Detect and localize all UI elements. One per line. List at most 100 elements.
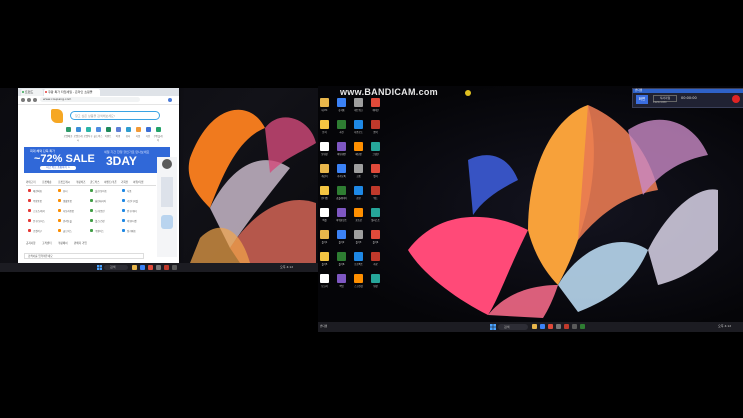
desktop-shortcut-icon[interactable] — [320, 230, 329, 239]
app-icon[interactable] — [572, 324, 577, 329]
category-item[interactable]: 스포츠/레저 — [33, 209, 45, 213]
desktop-shortcut-icon[interactable] — [320, 98, 329, 107]
menu-item[interactable]: 기획전 — [121, 180, 128, 184]
app-icon[interactable] — [172, 265, 177, 270]
windows-start-icon[interactable] — [490, 324, 496, 330]
menu-item[interactable]: 이벤트/쿠폰 — [104, 180, 117, 184]
desktop-shortcut-icon[interactable] — [320, 142, 329, 151]
file-explorer-icon[interactable] — [532, 324, 537, 329]
desktop-shortcut-icon[interactable] — [337, 252, 346, 261]
quick-icon[interactable] — [96, 127, 101, 132]
category-item[interactable]: 반려동물 — [63, 219, 72, 223]
back-icon[interactable] — [21, 98, 25, 102]
search-input[interactable]: 찾고 싶은 상품을 검색해보세요! — [70, 111, 160, 120]
category-item[interactable]: 헬스/건강 — [95, 219, 105, 223]
desktop-shortcut-icon[interactable] — [337, 120, 346, 129]
footer-link[interactable]: 판매자 가입 — [74, 241, 87, 245]
desktop-shortcut-icon[interactable] — [337, 164, 346, 173]
menu-item[interactable]: 카테고리 — [26, 180, 36, 184]
quick-icon[interactable] — [116, 127, 121, 132]
taskbar-app-label[interactable]: 반디캠 — [320, 324, 327, 328]
desktop-shortcut-icon[interactable] — [337, 142, 346, 151]
promo-banner[interactable]: 최대 혜택 단독 특가 ~72% SALE 지금 바로 쇼핑하기 > 세일 기간… — [24, 147, 170, 173]
desktop-shortcut-icon[interactable] — [371, 230, 380, 239]
desktop-shortcut-icon[interactable] — [371, 120, 380, 129]
quick-icon[interactable] — [126, 127, 131, 132]
desktop-shortcut-icon[interactable] — [320, 186, 329, 195]
category-item[interactable]: 완구/취미 — [127, 209, 137, 213]
screen-mode-button[interactable]: 화면 — [636, 95, 648, 104]
desktop-shortcut-icon[interactable] — [354, 230, 363, 239]
browser-tab-active[interactable]: 쿠팡 특가 타임세일 - 온라인 쇼핑몰 — [44, 89, 100, 96]
windows-start-icon[interactable] — [97, 265, 102, 270]
desktop-shortcut-icon[interactable] — [337, 186, 346, 195]
bandicam-icon[interactable] — [564, 324, 569, 329]
edge-icon[interactable] — [140, 265, 145, 270]
desktop-shortcut-icon[interactable] — [320, 120, 329, 129]
taskbar-search[interactable]: 검색 — [498, 324, 528, 330]
menu-item[interactable]: 로켓프레시 — [58, 180, 70, 184]
desktop-shortcut-icon[interactable] — [337, 208, 346, 217]
category-item[interactable]: 쿠팡비즈 — [95, 229, 104, 233]
chrome-icon[interactable] — [548, 324, 553, 329]
app-icon[interactable] — [580, 324, 585, 329]
desktop-shortcut-icon[interactable] — [320, 274, 329, 283]
edge-icon[interactable] — [540, 324, 545, 329]
taskbar-search[interactable]: 검색 — [104, 265, 128, 270]
desktop-shortcut-icon[interactable] — [337, 230, 346, 239]
chrome-icon[interactable] — [148, 265, 153, 270]
menu-item[interactable]: 여행/티켓 — [133, 180, 143, 184]
desktop-shortcut-icon[interactable] — [320, 208, 329, 217]
desktop-shortcut-icon[interactable] — [371, 186, 380, 195]
desktop-shortcut-icon[interactable] — [354, 186, 363, 195]
banner-shop-button[interactable]: 지금 바로 쇼핑하기 > — [40, 166, 76, 170]
category-item[interactable]: 출산/유아동 — [95, 189, 107, 193]
side-ad[interactable] — [161, 215, 173, 229]
desktop-shortcut-icon[interactable] — [320, 164, 329, 173]
footer-link[interactable]: 공지사항 — [26, 241, 36, 245]
desktop-shortcut-icon[interactable] — [354, 208, 363, 217]
desktop-shortcut-icon[interactable] — [371, 252, 380, 261]
category-item[interactable]: 여행/티켓 — [127, 219, 137, 223]
avatar[interactable] — [162, 159, 172, 169]
reload-icon[interactable] — [33, 98, 37, 102]
quick-icon[interactable] — [86, 127, 91, 132]
desktop-shortcut-icon[interactable] — [371, 164, 380, 173]
site-logo[interactable] — [51, 109, 63, 123]
desktop-shortcut-icon[interactable] — [354, 142, 363, 151]
browser-tab[interactable]: 트렌드 — [21, 89, 43, 96]
side-ad[interactable] — [161, 177, 173, 207]
footer-link[interactable]: 쿠팡페이 — [58, 241, 68, 245]
quick-icon[interactable] — [146, 127, 151, 132]
bandicam-recorder-widget[interactable]: 반디캠 화면 직사각형 1920x1080 00:00:00 — [632, 88, 743, 108]
category-item[interactable]: 자동차용품 — [63, 209, 74, 213]
category-item[interactable]: 뷰티 — [63, 189, 67, 193]
desktop-shortcut-icon[interactable] — [320, 252, 329, 261]
bottom-search-bar[interactable]: 검색어를 입력해주세요 — [24, 253, 144, 259]
quick-icon[interactable] — [136, 127, 141, 132]
desktop-shortcut-icon[interactable] — [371, 274, 380, 283]
forward-icon[interactable] — [27, 98, 31, 102]
category-item[interactable]: 식품 — [127, 189, 131, 193]
desktop-shortcut-icon[interactable] — [354, 164, 363, 173]
category-item[interactable]: 홈인테리어 — [95, 199, 106, 203]
category-item[interactable]: 골드박스 — [63, 229, 72, 233]
desktop-shortcut-icon[interactable] — [371, 98, 380, 107]
bandicam-icon[interactable] — [164, 265, 169, 270]
desktop-shortcut-icon[interactable] — [371, 208, 380, 217]
category-item[interactable]: 도서/음반 — [95, 209, 105, 213]
category-item[interactable]: 문구/오피스 — [33, 219, 45, 223]
menu-item[interactable]: 골드박스 — [90, 180, 100, 184]
category-item[interactable]: 가전디지털 — [127, 199, 138, 203]
desktop-shortcut-icon[interactable] — [337, 274, 346, 283]
system-tray-clock[interactable]: 오후 4:12 — [280, 265, 293, 269]
desktop-shortcut-icon[interactable] — [354, 274, 363, 283]
footer-link[interactable]: 고객센터 — [42, 241, 52, 245]
system-tray-clock[interactable]: 오후 4:12 — [718, 324, 731, 328]
browser-window[interactable]: 트렌드 쿠팡 특가 타임세일 - 온라인 쇼핑몰 www.coupang.com… — [18, 88, 179, 263]
desktop-shortcut-icon[interactable] — [337, 98, 346, 107]
menu-item[interactable]: 로켓배송 — [42, 180, 52, 184]
quick-icon[interactable] — [106, 127, 111, 132]
category-item[interactable]: 생활용품 — [63, 199, 72, 203]
profile-icon[interactable] — [168, 98, 172, 102]
